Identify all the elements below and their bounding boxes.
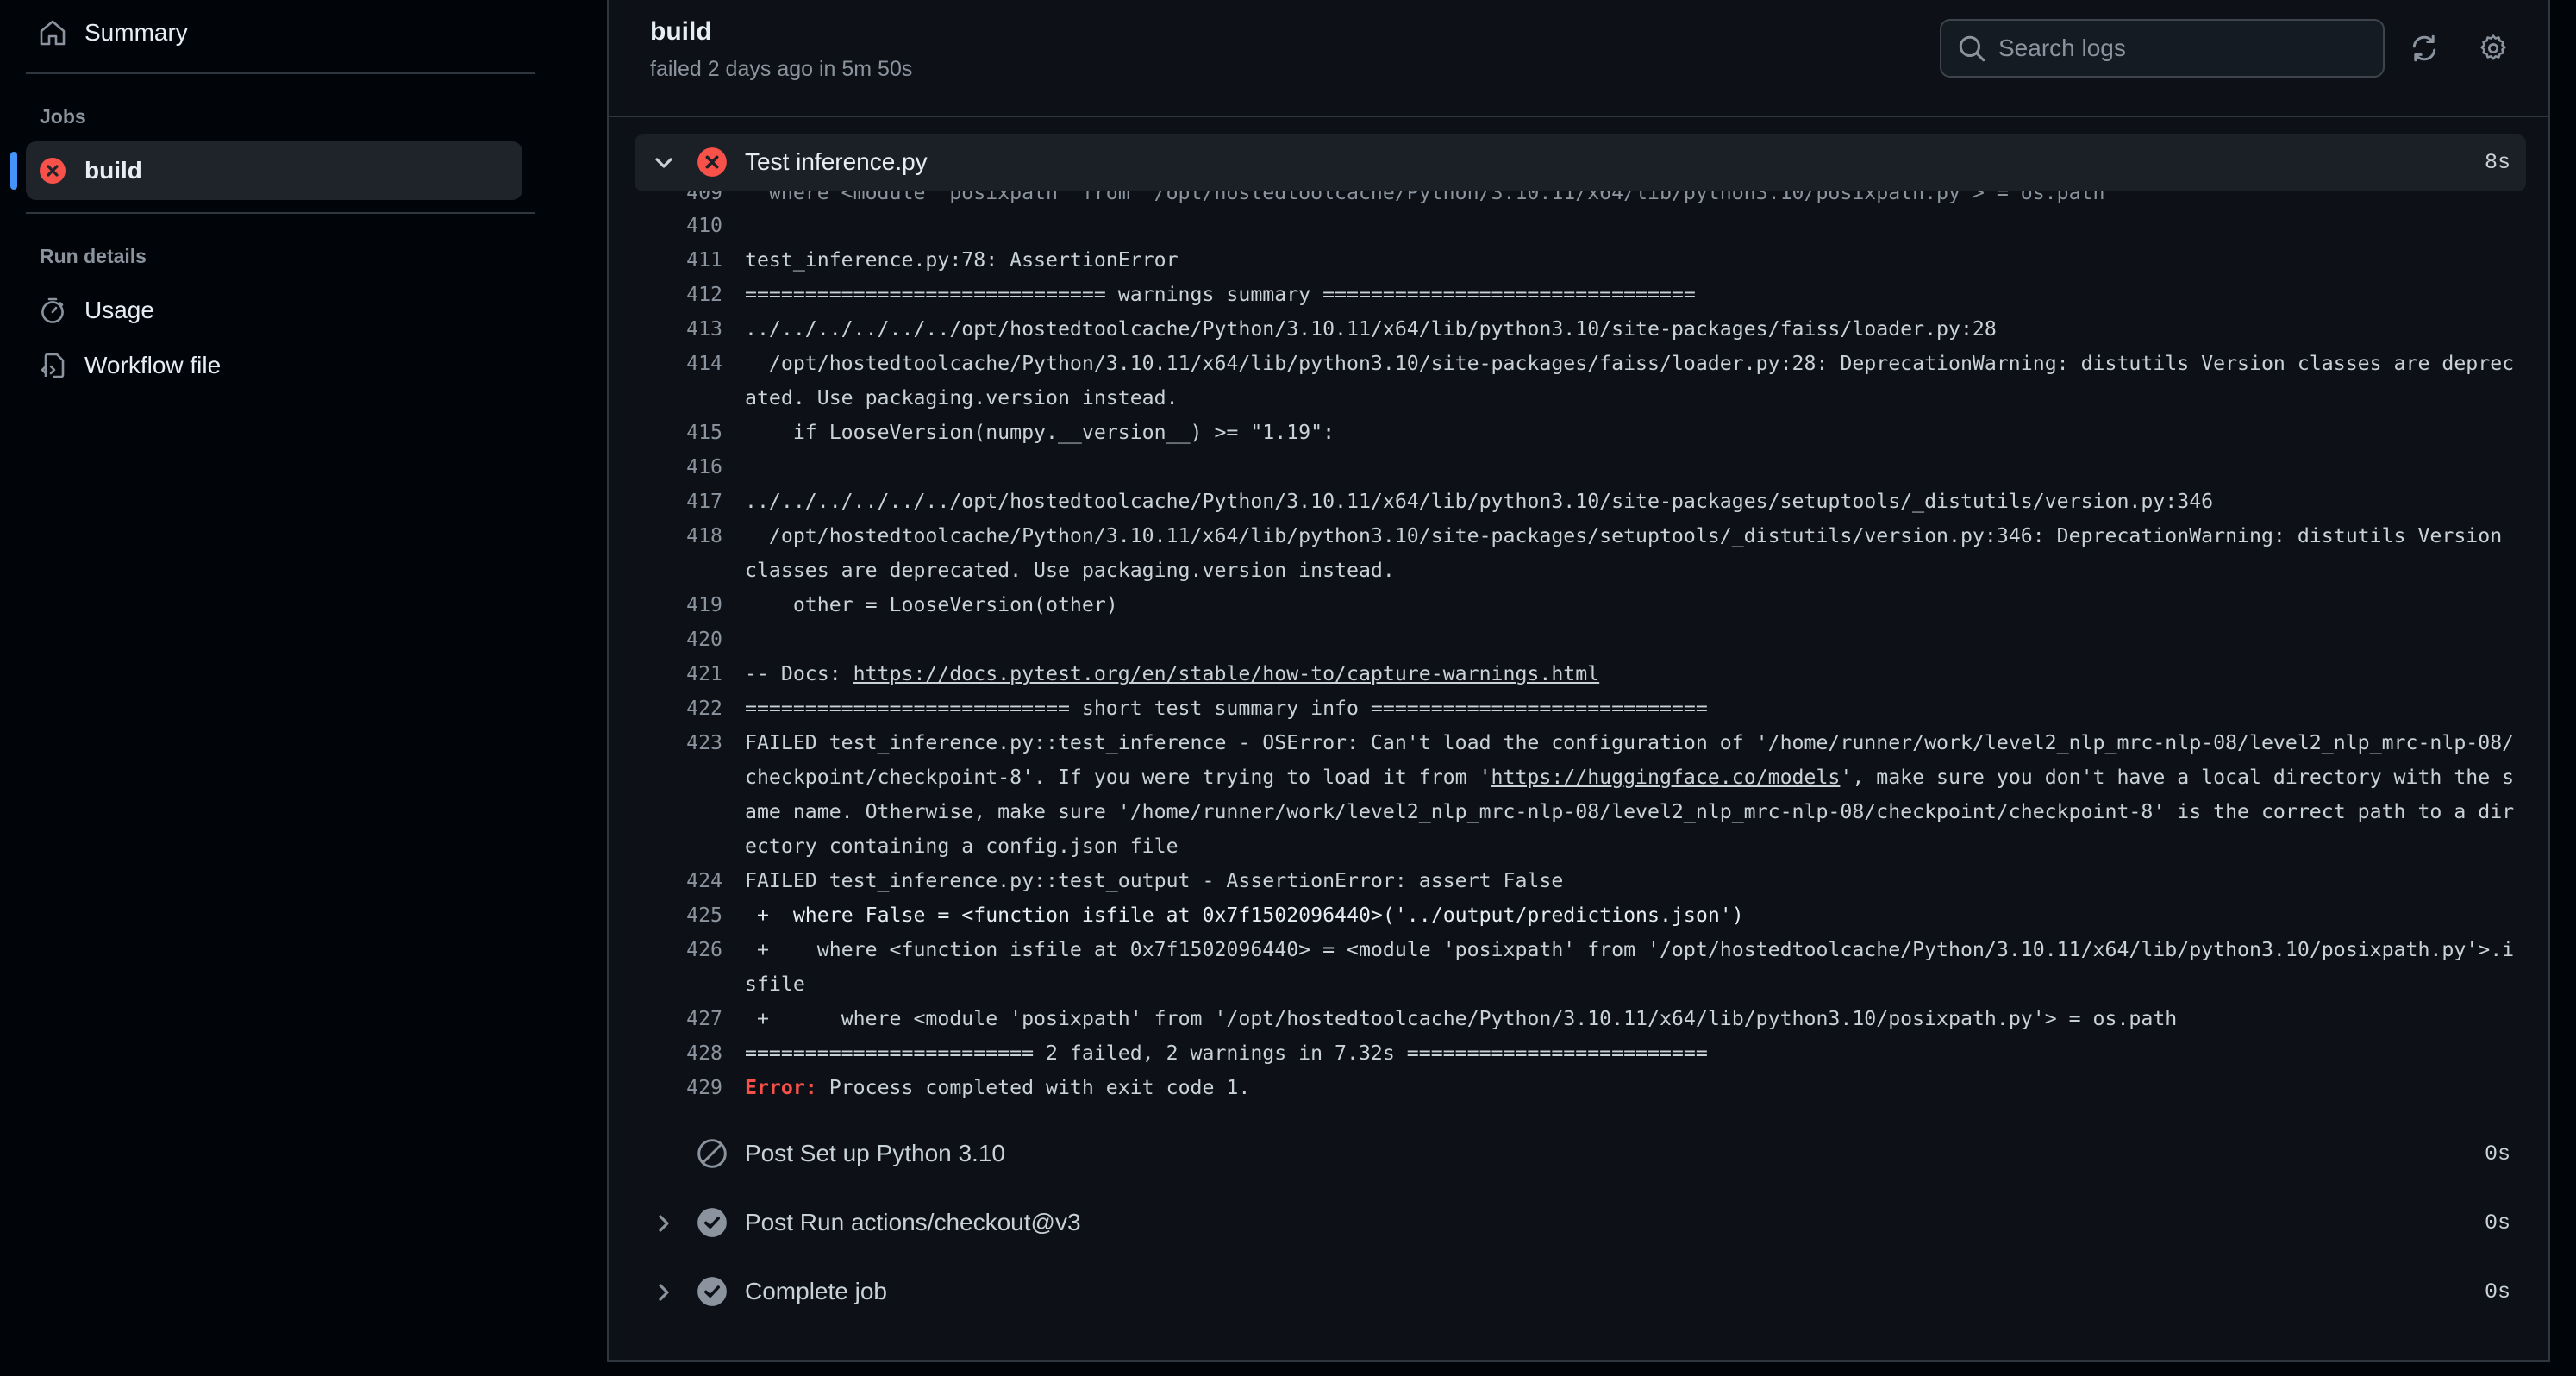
line-number[interactable]: 425 xyxy=(635,898,722,933)
docs-link[interactable]: https://docs.pytest.org/en/stable/how-to… xyxy=(853,662,1600,685)
search-input[interactable] xyxy=(1998,34,2360,62)
line-number[interactable]: 414 xyxy=(635,347,722,381)
line-number[interactable]: 415 xyxy=(635,416,722,450)
step-label: Post Set up Python 3.10 xyxy=(745,1140,1005,1166)
step-duration: 0s xyxy=(2484,1141,2510,1166)
line-number[interactable]: 422 xyxy=(635,691,722,726)
search-box[interactable] xyxy=(1940,19,2385,78)
gear-icon xyxy=(2480,34,2506,60)
sidebar-item-label: Workflow file xyxy=(84,352,222,378)
huggingface-link[interactable]: https://huggingface.co/models xyxy=(1491,766,1841,789)
line-number[interactable]: 421 xyxy=(635,657,722,691)
settings-button[interactable] xyxy=(2476,31,2510,66)
sidebar-item-label: build xyxy=(84,157,142,184)
step-post-setup-python[interactable]: Post Set up Python 3.10 0s xyxy=(635,1126,2526,1183)
sidebar-divider xyxy=(26,212,535,214)
line-number[interactable]: 418 xyxy=(635,519,722,554)
job-header: build failed 2 days ago in 5m 50s xyxy=(609,0,2548,117)
main-panel: build failed 2 days ago in 5m 50s Test i… xyxy=(607,0,2550,1362)
line-number[interactable]: 423 xyxy=(635,726,722,760)
line-text: + where <module 'posixpath' from '/opt/h… xyxy=(745,1007,2178,1030)
step-post-run-checkout[interactable]: Post Run actions/checkout@v3 0s xyxy=(635,1195,2526,1252)
run-details-heading: Run details xyxy=(40,245,147,267)
line-text: ../../../../../../opt/hostedtoolcache/Py… xyxy=(745,317,1997,341)
line-number[interactable]: 417 xyxy=(635,485,722,519)
chevron-down-icon xyxy=(655,158,672,168)
line-number: 409 xyxy=(686,191,722,204)
step-duration: 0s xyxy=(2484,1279,2510,1304)
line-text: if LooseVersion(numpy.__version__) >= "1… xyxy=(745,421,1335,444)
error-tag: Error: xyxy=(745,1076,817,1099)
line-text: -- Docs: https://docs.pytest.org/en/stab… xyxy=(745,657,2521,691)
active-indicator xyxy=(10,152,17,190)
line-text: ============================== warnings … xyxy=(745,283,1696,306)
line-text: test_inference.py:78: AssertionError xyxy=(745,248,1179,272)
line-number[interactable]: 424 xyxy=(635,864,722,898)
line-number[interactable]: 426 xyxy=(635,933,722,967)
step-label: Test inference.py xyxy=(745,148,928,175)
line-text: + where <function isfile at 0x7f15020964… xyxy=(745,938,2515,996)
line-number[interactable]: 410 xyxy=(635,209,722,243)
line-text: /opt/hostedtoolcache/Python/3.10.11/x64/… xyxy=(745,524,2515,582)
line-number[interactable]: 416 xyxy=(635,450,722,485)
sidebar-item-usage[interactable]: Usage xyxy=(26,281,522,340)
page-title: build xyxy=(650,17,712,46)
line-text: Error: Process completed with exit code … xyxy=(745,1071,2521,1105)
sidebar-item-label: Summary xyxy=(84,19,188,46)
log-output: 409 where <module 'posixpath' from '/opt… xyxy=(635,191,2526,1105)
stopwatch-icon xyxy=(38,296,67,325)
check-circle-icon xyxy=(697,1208,727,1237)
check-circle-icon xyxy=(697,1277,727,1306)
step-label: Post Run actions/checkout@v3 xyxy=(745,1209,1081,1235)
line-text: =========================== short test s… xyxy=(745,697,1708,720)
error-message: Process completed with exit code 1. xyxy=(816,1076,1251,1099)
line-text: FAILED test_inference.py::test_inference… xyxy=(745,726,2521,864)
line-text: FAILED test_inference.py::test_output - … xyxy=(745,869,1564,892)
home-icon xyxy=(38,18,67,47)
step-complete-job[interactable]: Complete job 0s xyxy=(635,1264,2526,1321)
chevron-right-icon xyxy=(659,1215,669,1232)
sidebar: Summary Jobs build Run details Usage Wor… xyxy=(0,0,607,1376)
sidebar-divider xyxy=(26,72,535,74)
line-text: other = LooseVersion(other) xyxy=(745,593,1118,616)
step-header-test-inference[interactable]: Test inference.py 8s xyxy=(635,134,2526,191)
sidebar-item-summary[interactable]: Summary xyxy=(26,3,522,62)
docs-prefix: -- Docs: xyxy=(745,662,853,685)
line-number[interactable]: 428 xyxy=(635,1036,722,1071)
step-duration: 8s xyxy=(2484,150,2510,175)
line-number[interactable]: 419 xyxy=(635,588,722,622)
jobs-heading: Jobs xyxy=(40,105,86,128)
skipped-icon xyxy=(697,1139,727,1168)
line-number[interactable]: 413 xyxy=(635,312,722,347)
step-label: Complete job xyxy=(745,1278,887,1304)
step-duration: 0s xyxy=(2484,1210,2510,1235)
sidebar-item-label: Usage xyxy=(84,297,154,323)
sidebar-item-build[interactable]: build xyxy=(26,141,522,200)
search-icon xyxy=(1957,34,1986,63)
line-number[interactable]: 429 xyxy=(635,1071,722,1105)
line-number[interactable]: 427 xyxy=(635,1002,722,1036)
failed-icon xyxy=(697,147,727,177)
sidebar-item-workflow-file[interactable]: Workflow file xyxy=(26,336,522,395)
job-status-text: failed 2 days ago in 5m 50s xyxy=(650,57,913,81)
sync-icon xyxy=(2412,34,2436,62)
refresh-button[interactable] xyxy=(2407,31,2442,66)
line-number[interactable]: 411 xyxy=(635,243,722,278)
file-code-icon xyxy=(38,351,67,380)
line-text: /opt/hostedtoolcache/Python/3.10.11/x64/… xyxy=(745,352,2515,410)
chevron-right-icon xyxy=(659,1284,669,1301)
failed-icon xyxy=(38,156,67,185)
line-text: where <module 'posixpath' from '/opt/hos… xyxy=(745,191,2105,204)
line-text: ======================== 2 failed, 2 war… xyxy=(745,1041,1708,1065)
line-number[interactable]: 420 xyxy=(635,622,722,657)
line-text: + where False = <function isfile at 0x7f… xyxy=(745,904,1744,927)
line-text: ../../../../../../opt/hostedtoolcache/Py… xyxy=(745,490,2214,513)
line-number[interactable]: 412 xyxy=(635,278,722,312)
